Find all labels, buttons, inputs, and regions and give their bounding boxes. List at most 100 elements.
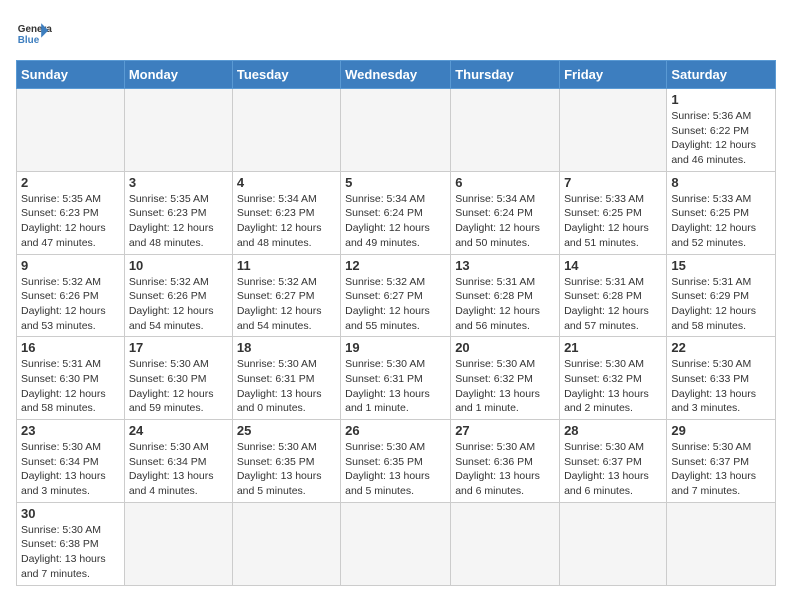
calendar-cell — [341, 502, 451, 585]
calendar-cell: 27Sunrise: 5:30 AM Sunset: 6:36 PM Dayli… — [451, 420, 560, 503]
calendar-cell — [124, 502, 232, 585]
day-number: 19 — [345, 340, 446, 355]
calendar-cell: 16Sunrise: 5:31 AM Sunset: 6:30 PM Dayli… — [17, 337, 125, 420]
svg-text:Blue: Blue — [18, 35, 40, 46]
calendar-cell: 2Sunrise: 5:35 AM Sunset: 6:23 PM Daylig… — [17, 171, 125, 254]
day-info: Sunrise: 5:30 AM Sunset: 6:34 PM Dayligh… — [21, 440, 120, 499]
day-number: 30 — [21, 506, 120, 521]
calendar-cell: 30 Sunrise: 5:30 AM Sunset: 6:38 PM Dayli… — [17, 502, 125, 585]
calendar-cell — [560, 502, 667, 585]
day-info: Sunrise: 5:30 AM Sunset: 6:31 PM Dayligh… — [345, 357, 446, 416]
weekday-header-monday: Monday — [124, 61, 232, 89]
day-info: Sunrise: 5:33 AM Sunset: 6:25 PM Dayligh… — [671, 192, 771, 251]
calendar-cell — [451, 502, 560, 585]
day-number: 8 — [671, 175, 771, 190]
calendar-cell: 18 Sunrise: 5:30 AM Sunset: 6:31 PM Dayli… — [232, 337, 340, 420]
weekday-header-wednesday: Wednesday — [341, 61, 451, 89]
day-number: 25 — [237, 423, 336, 438]
day-number: 22 — [671, 340, 771, 355]
calendar-cell: 7 Sunrise: 5:33 AM Sunset: 6:25 PM Daylig… — [560, 171, 667, 254]
weekday-header-tuesday: Tuesday — [232, 61, 340, 89]
calendar-cell: 24 Sunrise: 5:30 AM Sunset: 6:34 PM Dayli… — [124, 420, 232, 503]
weekday-header-thursday: Thursday — [451, 61, 560, 89]
day-info: Sunrise: 5:30 AM Sunset: 6:37 PM Dayligh… — [564, 440, 662, 499]
day-number: 6 — [455, 175, 555, 190]
day-info: Sunrise: 5:30 AM Sunset: 6:34 PM Dayligh… — [129, 440, 228, 499]
day-number: 18 — [237, 340, 336, 355]
day-info: Sunrise: 5:30 AM Sunset: 6:37 PM Dayligh… — [671, 440, 771, 499]
calendar-cell: 29 Sunrise: 5:30 AM Sunset: 6:37 PM Dayli… — [667, 420, 776, 503]
day-info: Sunrise: 5:35 AM Sunset: 6:23 PM Dayligh… — [129, 192, 228, 251]
day-number: 9 — [21, 258, 120, 273]
page-header: General Blue — [16, 16, 776, 52]
day-number: 17 — [129, 340, 228, 355]
day-number: 23 — [21, 423, 120, 438]
weekday-header-friday: Friday — [560, 61, 667, 89]
day-info: Sunrise: 5:35 AM Sunset: 6:23 PM Dayligh… — [21, 192, 120, 251]
day-info: Sunrise: 5:32 AM Sunset: 6:26 PM Dayligh… — [21, 275, 120, 334]
calendar-cell: 13Sunrise: 5:31 AM Sunset: 6:28 PM Dayli… — [451, 254, 560, 337]
calendar-cell — [17, 89, 125, 172]
calendar-cell: 15 Sunrise: 5:31 AM Sunset: 6:29 PM Dayli… — [667, 254, 776, 337]
day-info: Sunrise: 5:30 AM Sunset: 6:38 PM Dayligh… — [21, 523, 120, 582]
day-number: 7 — [564, 175, 662, 190]
day-number: 27 — [455, 423, 555, 438]
day-number: 20 — [455, 340, 555, 355]
calendar-cell: 20 Sunrise: 5:30 AM Sunset: 6:32 PM Dayli… — [451, 337, 560, 420]
day-number: 28 — [564, 423, 662, 438]
calendar-week-row: 23 Sunrise: 5:30 AM Sunset: 6:34 PM Dayli… — [17, 420, 776, 503]
day-number: 4 — [237, 175, 336, 190]
day-info: Sunrise: 5:32 AM Sunset: 6:27 PM Dayligh… — [237, 275, 336, 334]
calendar-cell — [124, 89, 232, 172]
calendar-week-row: 9 Sunrise: 5:32 AM Sunset: 6:26 PM Daylig… — [17, 254, 776, 337]
calendar-cell: 21Sunrise: 5:30 AM Sunset: 6:32 PM Dayli… — [560, 337, 667, 420]
weekday-header-sunday: Sunday — [17, 61, 125, 89]
calendar-cell: 1Sunrise: 5:36 AM Sunset: 6:22 PM Daylig… — [667, 89, 776, 172]
day-info: Sunrise: 5:33 AM Sunset: 6:25 PM Dayligh… — [564, 192, 662, 251]
day-number: 13 — [455, 258, 555, 273]
day-number: 21 — [564, 340, 662, 355]
calendar-cell — [560, 89, 667, 172]
day-number: 10 — [129, 258, 228, 273]
day-number: 26 — [345, 423, 446, 438]
day-number: 16 — [21, 340, 120, 355]
calendar-week-row: 1Sunrise: 5:36 AM Sunset: 6:22 PM Daylig… — [17, 89, 776, 172]
day-number: 24 — [129, 423, 228, 438]
logo: General Blue — [16, 16, 52, 52]
calendar-cell: 25 Sunrise: 5:30 AM Sunset: 6:35 PM Dayli… — [232, 420, 340, 503]
day-number: 14 — [564, 258, 662, 273]
calendar-cell: 6 Sunrise: 5:34 AM Sunset: 6:24 PM Daylig… — [451, 171, 560, 254]
calendar-cell: 10 Sunrise: 5:32 AM Sunset: 6:26 PM Dayli… — [124, 254, 232, 337]
day-info: Sunrise: 5:34 AM Sunset: 6:24 PM Dayligh… — [345, 192, 446, 251]
day-info: Sunrise: 5:34 AM Sunset: 6:23 PM Dayligh… — [237, 192, 336, 251]
day-number: 11 — [237, 258, 336, 273]
day-info: Sunrise: 5:30 AM Sunset: 6:32 PM Dayligh… — [455, 357, 555, 416]
calendar-cell: 23 Sunrise: 5:30 AM Sunset: 6:34 PM Dayli… — [17, 420, 125, 503]
calendar-cell — [232, 89, 340, 172]
calendar-cell — [667, 502, 776, 585]
calendar-cell — [451, 89, 560, 172]
calendar-cell: 28 Sunrise: 5:30 AM Sunset: 6:37 PM Dayli… — [560, 420, 667, 503]
day-info: Sunrise: 5:31 AM Sunset: 6:28 PM Dayligh… — [564, 275, 662, 334]
day-info: Sunrise: 5:32 AM Sunset: 6:27 PM Dayligh… — [345, 275, 446, 334]
day-number: 15 — [671, 258, 771, 273]
day-number: 12 — [345, 258, 446, 273]
day-info: Sunrise: 5:30 AM Sunset: 6:35 PM Dayligh… — [237, 440, 336, 499]
calendar-week-row: 16Sunrise: 5:31 AM Sunset: 6:30 PM Dayli… — [17, 337, 776, 420]
calendar-cell: 22Sunrise: 5:30 AM Sunset: 6:33 PM Dayli… — [667, 337, 776, 420]
calendar-cell: 12 Sunrise: 5:32 AM Sunset: 6:27 PM Dayli… — [341, 254, 451, 337]
calendar-cell — [232, 502, 340, 585]
calendar-cell: 8 Sunrise: 5:33 AM Sunset: 6:25 PM Daylig… — [667, 171, 776, 254]
day-info: Sunrise: 5:34 AM Sunset: 6:24 PM Dayligh… — [455, 192, 555, 251]
calendar-cell — [341, 89, 451, 172]
day-info: Sunrise: 5:31 AM Sunset: 6:29 PM Dayligh… — [671, 275, 771, 334]
calendar-week-row: 2Sunrise: 5:35 AM Sunset: 6:23 PM Daylig… — [17, 171, 776, 254]
calendar-cell: 3Sunrise: 5:35 AM Sunset: 6:23 PM Daylig… — [124, 171, 232, 254]
calendar-cell: 26 Sunrise: 5:30 AM Sunset: 6:35 PM Dayli… — [341, 420, 451, 503]
day-info: Sunrise: 5:32 AM Sunset: 6:26 PM Dayligh… — [129, 275, 228, 334]
day-info: Sunrise: 5:30 AM Sunset: 6:35 PM Dayligh… — [345, 440, 446, 499]
calendar-cell: 5Sunrise: 5:34 AM Sunset: 6:24 PM Daylig… — [341, 171, 451, 254]
day-info: Sunrise: 5:36 AM Sunset: 6:22 PM Dayligh… — [671, 109, 771, 168]
day-info: Sunrise: 5:30 AM Sunset: 6:31 PM Dayligh… — [237, 357, 336, 416]
day-number: 29 — [671, 423, 771, 438]
